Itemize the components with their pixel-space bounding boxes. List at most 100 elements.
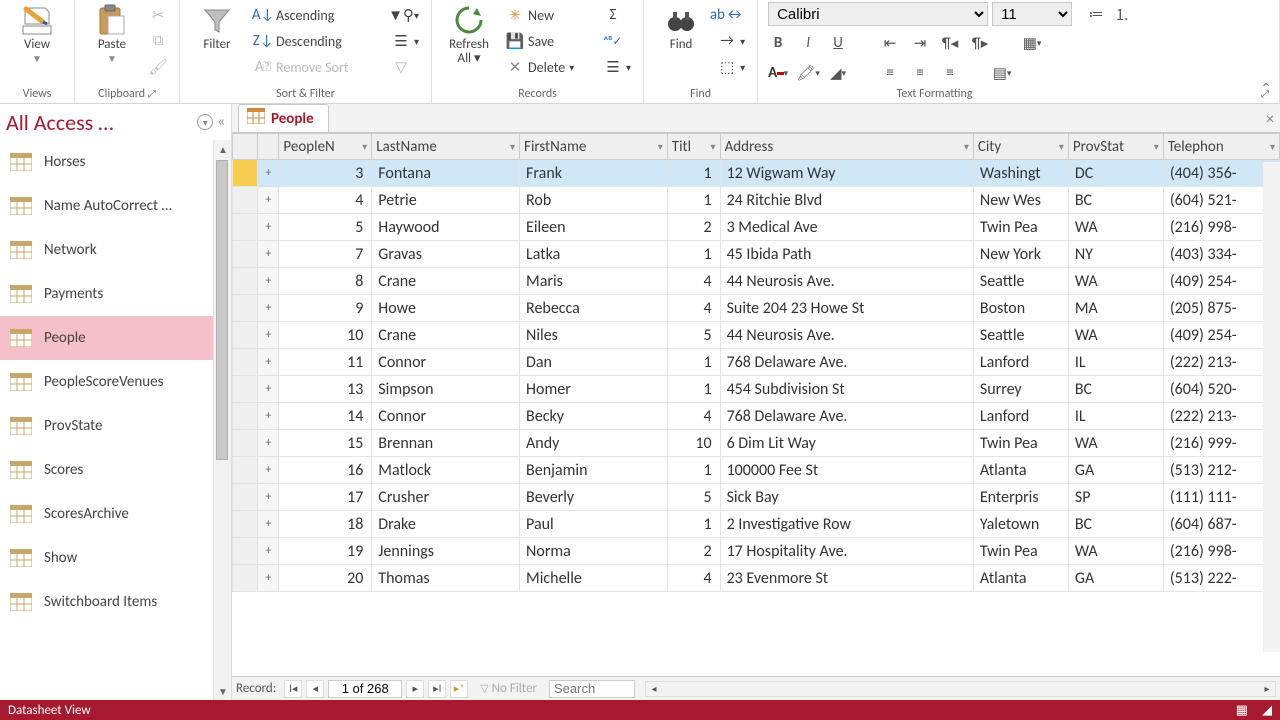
cell-firstname[interactable]: Latka	[520, 241, 668, 268]
cell-firstname[interactable]: Beverly	[520, 484, 668, 511]
refresh-button[interactable]: Refresh All ▾	[442, 2, 496, 67]
sidebar-item-people[interactable]: People	[0, 316, 231, 360]
font-color-button[interactable]: A▾	[768, 63, 788, 83]
cell-firstname[interactable]: Paul	[520, 511, 668, 538]
cell-address[interactable]: 3 Medical Ave	[720, 214, 973, 241]
totals-button[interactable]: Σ	[602, 4, 633, 26]
column-header-city[interactable]: City▾	[973, 134, 1068, 160]
cell-address[interactable]: 45 Ibida Path	[720, 241, 973, 268]
table-row[interactable]: +8CraneMaris444 Neurosis Ave.SeattleWA(4…	[233, 268, 1280, 295]
find-button[interactable]: Find	[654, 2, 708, 52]
column-dropdown-icon[interactable]: ▾	[964, 140, 969, 153]
cell-lastname[interactable]: Haywood	[372, 214, 520, 241]
column-header-telephon[interactable]: Telephon▾	[1163, 134, 1279, 160]
row-selector[interactable]	[233, 403, 258, 430]
cell-firstname[interactable]: Eileen	[520, 214, 668, 241]
column-dropdown-icon[interactable]: ▾	[1154, 140, 1159, 153]
rtl-button[interactable]: ¶◂	[940, 33, 960, 53]
cell-provstat[interactable]: IL	[1068, 403, 1163, 430]
expand-row-button[interactable]: +	[258, 349, 279, 376]
delete-record-button[interactable]: ✕Delete ▾	[504, 56, 594, 78]
cell-title[interactable]: 4	[667, 295, 720, 322]
table-row[interactable]: +11ConnorDan1768 Delaware Ave.LanfordIL(…	[233, 349, 1280, 376]
goto-button[interactable]: →▾	[716, 30, 747, 52]
scroll-up-icon[interactable]: ▲	[214, 140, 231, 158]
cell-city[interactable]: Enterpris	[973, 484, 1068, 511]
column-dropdown-icon[interactable]: ▾	[1270, 140, 1275, 153]
cell-city[interactable]: New Wes	[973, 187, 1068, 214]
selection-filter-button[interactable]: ▼⚲▾	[390, 4, 421, 26]
prev-record-button[interactable]: ◂	[306, 680, 324, 698]
sidebar-item-peoplescorevenues[interactable]: PeopleScoreVenues	[0, 360, 231, 404]
cell-title[interactable]: 1	[667, 187, 720, 214]
sidebar-item-payments[interactable]: Payments	[0, 272, 231, 316]
cell-peopleid[interactable]: 14	[279, 403, 372, 430]
cell-peopleid[interactable]: 17	[279, 484, 372, 511]
cell-provstat[interactable]: WA	[1068, 322, 1163, 349]
column-dropdown-icon[interactable]: ▾	[510, 140, 515, 153]
numbering-icon[interactable]: ⒈	[1112, 4, 1132, 24]
cell-provstat[interactable]: NY	[1068, 241, 1163, 268]
format-painter-button[interactable]: 🖌	[147, 56, 169, 78]
cell-title[interactable]: 4	[667, 403, 720, 430]
row-selector[interactable]	[233, 160, 258, 187]
nav-collapse-button[interactable]: «	[217, 113, 225, 131]
cell-provstat[interactable]: BC	[1068, 187, 1163, 214]
cell-title[interactable]: 2	[667, 214, 720, 241]
cell-peopleid[interactable]: 4	[279, 187, 372, 214]
row-selector[interactable]	[233, 565, 258, 592]
nav-scrollbar[interactable]: ▲ ▼	[213, 140, 231, 700]
cell-lastname[interactable]: Connor	[372, 403, 520, 430]
cell-provstat[interactable]: WA	[1068, 268, 1163, 295]
row-selector[interactable]	[233, 268, 258, 295]
expand-row-button[interactable]: +	[258, 187, 279, 214]
cell-lastname[interactable]: Simpson	[372, 376, 520, 403]
cell-city[interactable]: Lanford	[973, 403, 1068, 430]
cell-lastname[interactable]: Drake	[372, 511, 520, 538]
row-selector[interactable]	[233, 349, 258, 376]
cell-peopleid[interactable]: 3	[279, 160, 372, 187]
datasheet-view-shortcut-icon[interactable]: ▦	[1236, 703, 1248, 718]
cell-peopleid[interactable]: 18	[279, 511, 372, 538]
cell-city[interactable]: Seattle	[973, 322, 1068, 349]
row-selector[interactable]	[233, 295, 258, 322]
search-box[interactable]	[549, 680, 635, 698]
row-selector[interactable]	[233, 376, 258, 403]
close-tab-button[interactable]: ×	[1266, 110, 1274, 129]
sidebar-item-scores[interactable]: Scores	[0, 448, 231, 492]
align-right-button[interactable]: ≡	[940, 63, 960, 83]
cell-firstname[interactable]: Benjamin	[520, 457, 668, 484]
table-row[interactable]: +16MatlockBenjamin1100000 Fee StAtlantaG…	[233, 457, 1280, 484]
cell-firstname[interactable]: Homer	[520, 376, 668, 403]
expand-row-button[interactable]: +	[258, 565, 279, 592]
cell-peopleid[interactable]: 19	[279, 538, 372, 565]
cell-city[interactable]: Atlanta	[973, 457, 1068, 484]
last-record-button[interactable]: ▸I	[428, 680, 446, 698]
table-row[interactable]: +9HoweRebecca4Suite 204 23 Howe StBoston…	[233, 295, 1280, 322]
cell-firstname[interactable]: Michelle	[520, 565, 668, 592]
cell-firstname[interactable]: Rebecca	[520, 295, 668, 322]
grid-hscrollbar[interactable]: ◂ ▸	[645, 681, 1276, 697]
cell-title[interactable]: 1	[667, 349, 720, 376]
design-view-shortcut-icon[interactable]: ◢	[1262, 703, 1272, 718]
cell-firstname[interactable]: Becky	[520, 403, 668, 430]
expand-row-button[interactable]: +	[258, 160, 279, 187]
ltr-button[interactable]: ¶▸	[970, 33, 990, 53]
cell-address[interactable]: 23 Evenmore St	[720, 565, 973, 592]
cell-address[interactable]: Sick Bay	[720, 484, 973, 511]
underline-button[interactable]: U	[828, 33, 848, 53]
copy-button[interactable]: ⧉	[147, 30, 169, 52]
column-dropdown-icon[interactable]: ▾	[1059, 140, 1064, 153]
font-name-select[interactable]: Calibri	[768, 2, 988, 26]
table-row[interactable]: +17CrusherBeverly5Sick BayEnterprisSP(11…	[233, 484, 1280, 511]
cell-lastname[interactable]: Connor	[372, 349, 520, 376]
cell-title[interactable]: 1	[667, 457, 720, 484]
ascending-button[interactable]: A↓Ascending	[252, 4, 382, 26]
table-row[interactable]: +3FontanaFrank112 Wigwam WayWashingtDC(4…	[233, 160, 1280, 187]
cell-provstat[interactable]: DC	[1068, 160, 1163, 187]
cell-provstat[interactable]: WA	[1068, 214, 1163, 241]
cell-lastname[interactable]: Matlock	[372, 457, 520, 484]
paste-button[interactable]: Paste ▼	[85, 2, 139, 65]
table-row[interactable]: +13SimpsonHomer1454 Subdivision StSurrey…	[233, 376, 1280, 403]
cell-lastname[interactable]: Crane	[372, 268, 520, 295]
